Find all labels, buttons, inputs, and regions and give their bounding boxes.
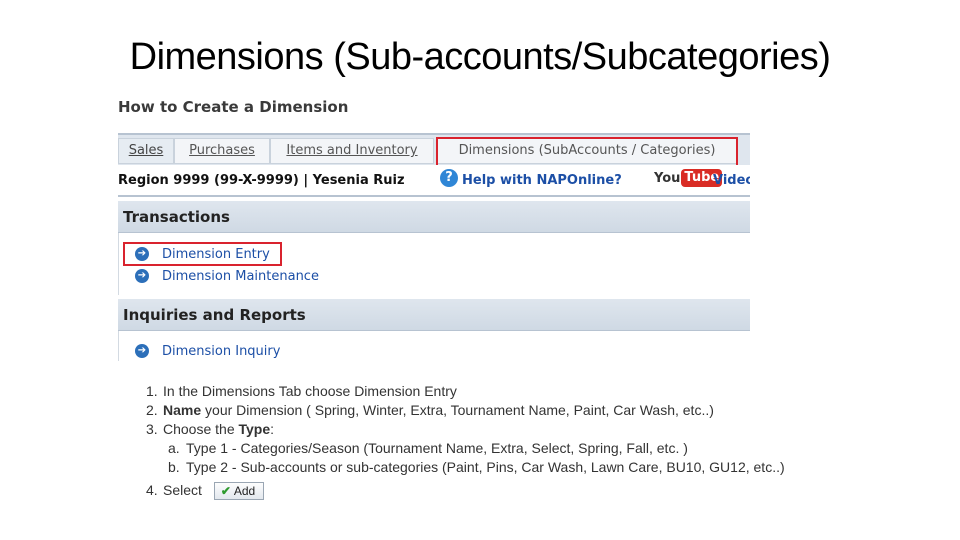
step-3: 3. Choose the Type: (146, 421, 275, 437)
tab-purchases[interactable]: Purchases (174, 138, 270, 164)
step-4: 4. Select ✔ Add (146, 481, 785, 501)
inquiries-section: ➔ Dimension Inquiry (118, 331, 750, 361)
inquiries-heading: Inquiries and Reports (118, 299, 750, 331)
slide-title: Dimensions (Sub-accounts/Subcategories) (129, 36, 831, 78)
step-3a: a. Type 1 - Categories/Season (Tournament… (168, 440, 688, 456)
region-user-label: Region 9999 (99-X-9999) | Yesenia Ruiz (118, 173, 405, 188)
step-1: 1. In the Dimensions Tab choose Dimension… (146, 383, 457, 399)
transactions-heading: Transactions (118, 201, 750, 233)
help-link[interactable]: Help with NAPOnline? (462, 173, 622, 188)
dimension-entry-highlight (123, 242, 282, 266)
check-icon: ✔ (220, 484, 231, 499)
instruction-steps: 1. In the Dimensions Tab choose Dimension… (146, 382, 785, 501)
app-screenshot: Sales Purchases Items and Inventory Dime… (118, 133, 750, 361)
question-icon[interactable]: ? (440, 169, 458, 187)
youtube-icon[interactable]: You Tube (654, 168, 723, 188)
doc-heading: How to Create a Dimension (118, 98, 349, 116)
add-button[interactable]: ✔ Add (213, 482, 265, 501)
dimension-maintenance-link[interactable]: ➔ Dimension Maintenance (135, 267, 319, 285)
tab-items-inventory[interactable]: Items and Inventory (270, 138, 434, 164)
dimension-inquiry-link[interactable]: ➔ Dimension Inquiry (135, 342, 280, 360)
tab-dimensions-highlight (436, 137, 738, 167)
arrow-right-icon: ➔ (135, 269, 149, 283)
arrow-right-icon: ➔ (135, 344, 149, 358)
video-link[interactable]: Video (713, 173, 750, 188)
step-2: 2. Name your Dimension ( Spring, Winter, … (146, 402, 714, 418)
info-bar: Region 9999 (99-X-9999) | Yesenia Ruiz ?… (118, 165, 750, 197)
tab-bar: Sales Purchases Items and Inventory Dime… (118, 133, 750, 167)
tab-sales[interactable]: Sales (118, 138, 174, 164)
step-3b: b. Type 2 - Sub-accounts or sub-categorie… (168, 459, 785, 475)
